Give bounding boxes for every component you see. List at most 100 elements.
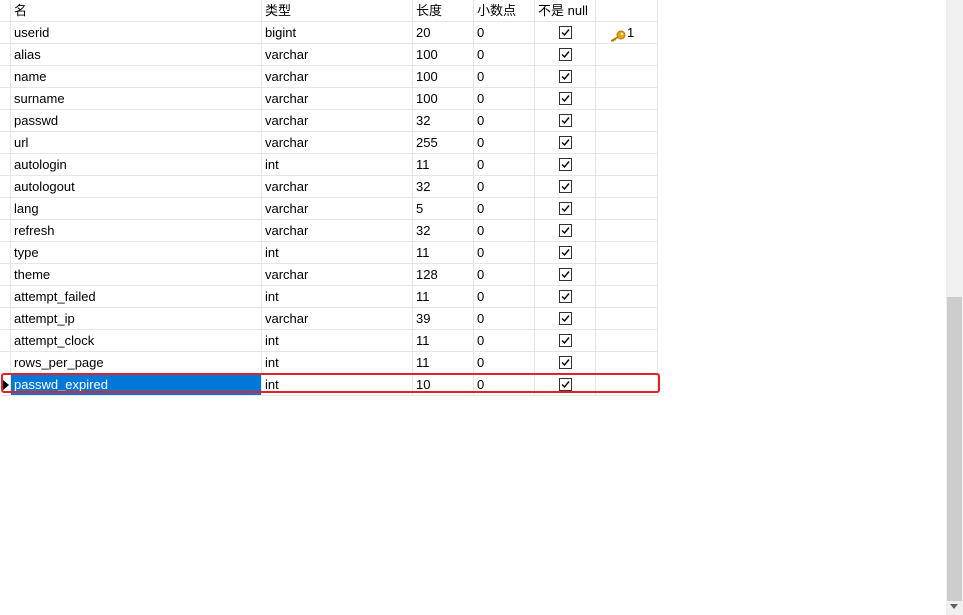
field-decimals-cell[interactable]: 0 <box>474 22 535 44</box>
row-indicator-cell[interactable] <box>0 110 11 132</box>
table-row[interactable]: type int 11 0 <box>0 242 658 264</box>
field-type-cell[interactable]: varchar <box>262 88 413 110</box>
key-cell[interactable] <box>596 198 658 220</box>
field-length-cell[interactable]: 5 <box>413 198 474 220</box>
not-null-checkbox[interactable] <box>559 224 572 237</box>
not-null-checkbox[interactable] <box>559 246 572 259</box>
row-indicator-cell[interactable] <box>0 176 11 198</box>
field-name-cell[interactable]: passwd_expired <box>11 374 262 396</box>
table-row[interactable]: passwd_expired int 10 0 <box>0 374 658 396</box>
not-null-checkbox[interactable] <box>559 290 572 303</box>
field-decimals-cell[interactable]: 0 <box>474 176 535 198</box>
not-null-checkbox[interactable] <box>559 312 572 325</box>
table-row[interactable]: lang varchar 5 0 <box>0 198 658 220</box>
not-null-checkbox[interactable] <box>559 136 572 149</box>
field-type-cell[interactable]: int <box>262 286 413 308</box>
row-indicator-cell[interactable] <box>0 374 11 396</box>
row-indicator-cell[interactable] <box>0 66 11 88</box>
field-length-cell[interactable]: 11 <box>413 154 474 176</box>
field-type-cell[interactable]: int <box>262 352 413 374</box>
field-length-cell[interactable]: 11 <box>413 286 474 308</box>
table-row[interactable]: autologout varchar 32 0 <box>0 176 658 198</box>
field-length-cell[interactable]: 128 <box>413 264 474 286</box>
key-cell[interactable] <box>596 308 658 330</box>
field-type-cell[interactable]: int <box>262 374 413 396</box>
table-row[interactable]: userid bigint 20 0 1 <box>0 22 658 44</box>
field-length-cell[interactable]: 100 <box>413 44 474 66</box>
field-name-cell[interactable]: surname <box>11 88 262 110</box>
field-length-cell[interactable]: 11 <box>413 330 474 352</box>
not-null-checkbox[interactable] <box>559 48 572 61</box>
field-type-cell[interactable]: int <box>262 154 413 176</box>
field-name-cell[interactable]: rows_per_page <box>11 352 262 374</box>
field-decimals-cell[interactable]: 0 <box>474 44 535 66</box>
field-name-cell[interactable]: refresh <box>11 220 262 242</box>
field-name-cell[interactable]: lang <box>11 198 262 220</box>
field-name-cell[interactable]: attempt_clock <box>11 330 262 352</box>
key-cell[interactable]: 1 <box>596 22 658 44</box>
not-null-checkbox[interactable] <box>559 158 572 171</box>
key-cell[interactable] <box>596 110 658 132</box>
not-null-checkbox[interactable] <box>559 268 572 281</box>
field-name-cell[interactable]: theme <box>11 264 262 286</box>
key-cell[interactable] <box>596 220 658 242</box>
field-name-cell[interactable]: type <box>11 242 262 264</box>
key-cell[interactable] <box>596 44 658 66</box>
table-row[interactable]: passwd varchar 32 0 <box>0 110 658 132</box>
row-indicator-cell[interactable] <box>0 22 11 44</box>
field-length-cell[interactable]: 100 <box>413 88 474 110</box>
field-decimals-cell[interactable]: 0 <box>474 286 535 308</box>
field-length-cell[interactable]: 11 <box>413 242 474 264</box>
field-type-cell[interactable]: int <box>262 242 413 264</box>
field-length-cell[interactable]: 32 <box>413 110 474 132</box>
field-decimals-cell[interactable]: 0 <box>474 242 535 264</box>
not-null-checkbox[interactable] <box>559 202 572 215</box>
key-cell[interactable] <box>596 88 658 110</box>
key-cell[interactable] <box>596 176 658 198</box>
row-indicator-cell[interactable] <box>0 264 11 286</box>
field-length-cell[interactable]: 32 <box>413 176 474 198</box>
row-indicator-cell[interactable] <box>0 198 11 220</box>
field-name-cell[interactable]: autologin <box>11 154 262 176</box>
field-type-cell[interactable]: varchar <box>262 132 413 154</box>
field-type-cell[interactable]: varchar <box>262 220 413 242</box>
field-length-cell[interactable]: 39 <box>413 308 474 330</box>
field-length-cell[interactable]: 20 <box>413 22 474 44</box>
key-cell[interactable] <box>596 352 658 374</box>
field-type-cell[interactable]: varchar <box>262 176 413 198</box>
table-row[interactable]: attempt_clock int 11 0 <box>0 330 658 352</box>
not-null-checkbox[interactable] <box>559 334 572 347</box>
row-indicator-cell[interactable] <box>0 330 11 352</box>
field-decimals-cell[interactable]: 0 <box>474 374 535 396</box>
table-row[interactable]: refresh varchar 32 0 <box>0 220 658 242</box>
field-name-cell[interactable]: url <box>11 132 262 154</box>
not-null-checkbox[interactable] <box>559 26 572 39</box>
key-cell[interactable] <box>596 66 658 88</box>
header-decimals[interactable]: 小数点 <box>474 0 535 22</box>
table-row[interactable]: attempt_ip varchar 39 0 <box>0 308 658 330</box>
field-type-cell[interactable]: int <box>262 330 413 352</box>
field-name-cell[interactable]: userid <box>11 22 262 44</box>
field-length-cell[interactable]: 255 <box>413 132 474 154</box>
field-length-cell[interactable]: 100 <box>413 66 474 88</box>
row-indicator-cell[interactable] <box>0 220 11 242</box>
table-row[interactable]: theme varchar 128 0 <box>0 264 658 286</box>
field-decimals-cell[interactable]: 0 <box>474 330 535 352</box>
header-length[interactable]: 长度 <box>413 0 474 22</box>
row-indicator-cell[interactable] <box>0 44 11 66</box>
table-row[interactable]: surname varchar 100 0 <box>0 88 658 110</box>
table-row[interactable]: alias varchar 100 0 <box>0 44 658 66</box>
key-cell[interactable] <box>596 264 658 286</box>
not-null-checkbox[interactable] <box>559 92 572 105</box>
field-length-cell[interactable]: 11 <box>413 352 474 374</box>
header-not-null[interactable]: 不是 null <box>535 0 596 22</box>
field-type-cell[interactable]: varchar <box>262 264 413 286</box>
header-name[interactable]: 名 <box>11 0 262 22</box>
field-decimals-cell[interactable]: 0 <box>474 264 535 286</box>
field-length-cell[interactable]: 32 <box>413 220 474 242</box>
field-decimals-cell[interactable]: 0 <box>474 308 535 330</box>
key-cell[interactable] <box>596 132 658 154</box>
field-name-cell[interactable]: autologout <box>11 176 262 198</box>
field-decimals-cell[interactable]: 0 <box>474 154 535 176</box>
field-type-cell[interactable]: varchar <box>262 110 413 132</box>
